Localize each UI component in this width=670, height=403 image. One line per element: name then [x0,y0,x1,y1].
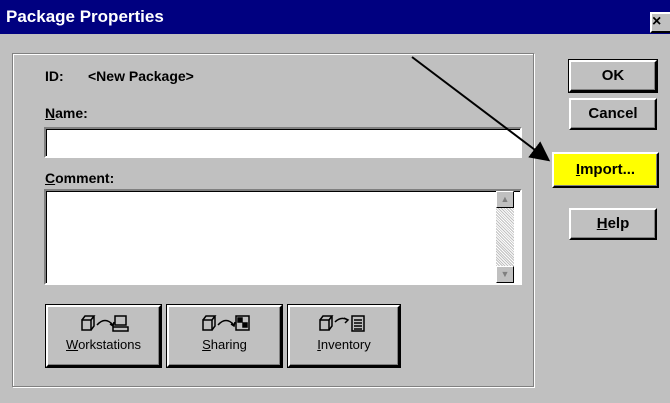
package-properties-dialog: Package Properties × ID: <New Package> N… [0,0,670,403]
callout-arrow [411,56,551,162]
